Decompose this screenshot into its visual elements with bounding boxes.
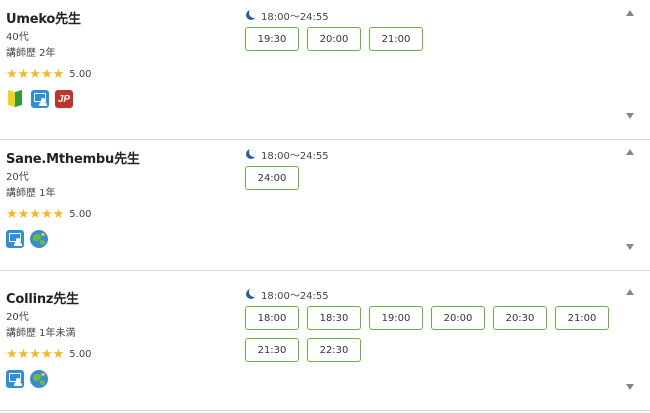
rating-score: 5.00: [69, 348, 92, 360]
teacher-name[interactable]: Umeko先生: [6, 8, 236, 27]
jp-icon: JP: [55, 90, 73, 108]
rating-stars: ★★★★★: [6, 346, 65, 362]
time-slot-button[interactable]: 20:00: [307, 27, 361, 51]
teacher-age: 20代: [6, 172, 29, 183]
time-range: 18:00〜24:55: [245, 9, 625, 23]
badge-row: JP: [6, 89, 236, 108]
rating: ★★★★★ 5.00: [6, 207, 236, 221]
time-slot-button[interactable]: 21:30: [245, 338, 299, 362]
time-slot-button[interactable]: 19:00: [369, 306, 423, 330]
rating-stars: ★★★★★: [6, 206, 65, 222]
teacher-info: Sane.Mthembu先生 20代 講師歴 1年 ★★★★★ 5.00: [6, 148, 236, 248]
moon-icon: [246, 289, 256, 299]
schedule: 18:00〜24:55 18:00 18:30 19:00 20:00 20:3…: [245, 288, 625, 370]
teacher-experience: 講師歴 1年未満: [6, 328, 76, 339]
collapse-arrow-icon[interactable]: [626, 10, 634, 16]
time-slot-button[interactable]: 21:00: [555, 306, 609, 330]
expand-arrow-icon[interactable]: [626, 384, 634, 390]
time-slot-button[interactable]: 21:00: [369, 27, 423, 51]
expand-arrow-icon[interactable]: [626, 244, 634, 250]
time-range-text: 18:00〜24:55: [261, 290, 329, 302]
time-range-text: 18:00〜24:55: [261, 11, 329, 23]
teacher-experience: 講師歴 1年: [6, 188, 56, 199]
schedule: 18:00〜24:55 19:30 20:00 21:00: [245, 9, 625, 59]
teacher-age: 20代: [6, 312, 29, 323]
teacher-age: 40代: [6, 32, 29, 43]
time-slot-button[interactable]: 22:30: [307, 338, 361, 362]
teacher-icon: [31, 90, 49, 108]
time-range: 18:00〜24:55: [245, 148, 625, 162]
globe-icon: [30, 230, 48, 248]
teacher-info: Collinz先生 20代 講師歴 1年未満 ★★★★★ 5.00: [6, 288, 236, 388]
teacher-card: Collinz先生 20代 講師歴 1年未満 ★★★★★ 5.00 18:00〜…: [0, 271, 650, 411]
time-range-text: 18:00〜24:55: [261, 150, 329, 162]
expand-arrow-icon[interactable]: [626, 113, 634, 119]
teacher-card: Umeko先生 40代 講師歴 2年 ★★★★★ 5.00 JP 18:00〜2…: [0, 0, 650, 140]
badge-row: [6, 230, 236, 248]
rating-stars: ★★★★★: [6, 66, 65, 82]
rating-score: 5.00: [69, 208, 92, 220]
beginner-mark-icon: [8, 89, 22, 108]
time-slot-grid: 18:00 18:30 19:00 20:00 20:30 21:00 21:3…: [245, 306, 625, 370]
time-slot-button[interactable]: 18:00: [245, 306, 299, 330]
time-slot-button[interactable]: 18:30: [307, 306, 361, 330]
time-slot-button[interactable]: 20:00: [431, 306, 485, 330]
collapse-arrow-icon[interactable]: [626, 289, 634, 295]
schedule: 18:00〜24:55 24:00: [245, 148, 625, 198]
globe-icon: [30, 370, 48, 388]
teacher-icon: [6, 230, 24, 248]
time-slot-button[interactable]: 19:30: [245, 27, 299, 51]
badge-row: [6, 370, 236, 388]
time-slot-button[interactable]: 24:00: [245, 166, 299, 190]
rating: ★★★★★ 5.00: [6, 347, 236, 361]
time-slot-grid: 19:30 20:00 21:00: [245, 27, 625, 59]
teacher-info: Umeko先生 40代 講師歴 2年 ★★★★★ 5.00 JP: [6, 8, 236, 108]
time-range: 18:00〜24:55: [245, 288, 625, 302]
teacher-experience: 講師歴 2年: [6, 48, 56, 59]
teacher-name[interactable]: Collinz先生: [6, 288, 236, 307]
teacher-name[interactable]: Sane.Mthembu先生: [6, 148, 236, 167]
collapse-arrow-icon[interactable]: [626, 149, 634, 155]
teacher-icon: [6, 370, 24, 388]
teacher-card: Sane.Mthembu先生 20代 講師歴 1年 ★★★★★ 5.00 18:…: [0, 131, 650, 271]
rating: ★★★★★ 5.00: [6, 67, 236, 81]
time-slot-grid: 24:00: [245, 166, 625, 198]
moon-icon: [246, 149, 256, 159]
moon-icon: [246, 10, 256, 20]
rating-score: 5.00: [69, 68, 92, 80]
time-slot-button[interactable]: 20:30: [493, 306, 547, 330]
